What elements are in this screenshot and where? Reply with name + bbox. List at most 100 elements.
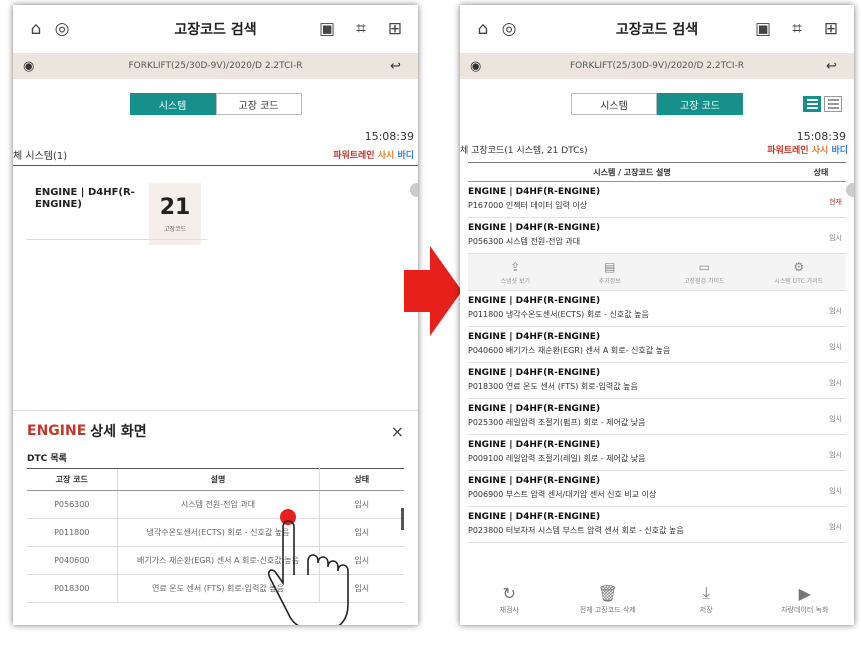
bottom-toolbar: ↻ 재검사 🗑 전체 고장코드 삭제 ⤓ 저장 ▶ 차량데이터 녹화	[460, 573, 854, 625]
card-divider	[27, 239, 207, 240]
item-status: 임시	[829, 523, 842, 531]
menu-grid-icon[interactable]: ⊞	[818, 16, 844, 42]
item-status: 임시	[829, 234, 842, 242]
list-item[interactable]: ENGINE | D4HF(R-ENGINE) P009100 레일압력 조절기…	[468, 435, 846, 471]
tab-dtc[interactable]: 고장 코드	[215, 93, 302, 115]
clear-all-label: 전체 고장코드 삭제	[579, 605, 636, 614]
list-item[interactable]: ENGINE | D4HF(R-ENGINE) P167000 인젝터 데이터 …	[468, 182, 846, 218]
category-powertrain[interactable]: 파워트레인	[333, 151, 374, 161]
item-dtc: P023800 터보차저 시스템 부스트 압력 센서 회로 - 신호값 높음	[468, 526, 684, 535]
col-status: 상태	[813, 167, 829, 177]
record-button[interactable]: ▶ 차량데이터 녹화	[756, 573, 855, 625]
list-item[interactable]: ENGINE | D4HF(R-ENGINE) P018300 연료 온도 센서…	[468, 363, 846, 399]
back-icon[interactable]: ↩	[390, 59, 408, 74]
vehicle-bar: ◉ FORKLIFT(25/30D-9V)/2020/D 2.2TCI-R ↩	[460, 53, 854, 79]
list-item[interactable]: ENGINE | D4HF(R-ENGINE) P025300 레일압력 조절기…	[468, 399, 846, 435]
tab-group: 시스템 고장 코드	[13, 93, 418, 115]
timestamp: 15:08:39	[364, 130, 414, 143]
left-screen: ⌂ ◎ 고장코드 검색 ▣ ⌗ ⊞ ◉ FORKLIFT(25/30D-9V)/…	[13, 5, 418, 625]
category-filter: 파워트레인 사시 바디	[767, 143, 848, 156]
item-status: 임시	[829, 415, 842, 423]
scroll-handle[interactable]	[846, 183, 854, 197]
vci-icon[interactable]: ◎	[496, 16, 522, 42]
grid-view-button[interactable]	[824, 96, 842, 112]
category-body[interactable]: 바디	[397, 151, 414, 161]
category-filter: 파워트레인 사시 바디	[333, 148, 414, 161]
item-status: 현재	[829, 198, 842, 206]
dtc-guide-button[interactable]: ⚙ 시스템 DTC 가이드	[752, 254, 847, 290]
home-icon[interactable]: ⌂	[23, 16, 49, 42]
home-icon[interactable]: ⌂	[470, 16, 496, 42]
item-dtc: P025300 레일압력 조절기(펌프) 회로 - 제어값 낮음	[468, 418, 646, 427]
list-item[interactable]: ENGINE | D4HF(R-ENGINE) P011800 냉각수온도센서(…	[468, 291, 846, 327]
list-view-button[interactable]	[803, 96, 821, 112]
item-dtc: P018300 연료 온도 센서 (FTS) 회로-입력값 높음	[468, 382, 638, 391]
refresh-icon: ↻	[502, 583, 516, 603]
category-chassis[interactable]: 사시	[378, 151, 395, 161]
table-scrollbar[interactable]	[401, 508, 404, 530]
menu-grid-icon[interactable]: ⊞	[382, 16, 408, 42]
detail-header: ENGINE 상세 화면 ×	[13, 411, 418, 447]
dtc-list-label: DTC 목록	[27, 454, 67, 464]
tab-group: 시스템 고장 코드	[460, 93, 854, 115]
col-desc: 시스템 / 고장코드 설명	[593, 167, 671, 177]
close-icon[interactable]: ×	[391, 422, 404, 441]
list-item[interactable]: ENGINE | D4HF(R-ENGINE) P023800 터보차저 시스템…	[468, 507, 846, 543]
scroll-handle[interactable]	[410, 183, 418, 197]
category-chassis[interactable]: 사시	[812, 146, 829, 156]
list-item[interactable]: ENGINE | D4HF(R-ENGINE) P040600 배기가스 재순환…	[468, 327, 846, 363]
recheck-button[interactable]: ↻ 재검사	[460, 573, 559, 625]
category-powertrain[interactable]: 파워트레인	[767, 146, 808, 156]
item-dtc: P011800 냉각수온도센서(ECTS) 회로 - 신호값 높음	[468, 310, 649, 319]
vehicle-info: FORKLIFT(25/30D-9V)/2020/D 2.2TCI-R	[128, 61, 303, 71]
item-dtc: P040600 배기가스 재순환(EGR) 센서 A 회로- 신호값 높음	[468, 346, 671, 355]
item-status: 임시	[829, 451, 842, 459]
extra-info-button[interactable]: ▤ 추가정보	[563, 254, 658, 290]
record-label: 차량데이터 녹화	[781, 605, 829, 614]
screen-capture-icon[interactable]: ⌗	[784, 16, 810, 42]
vehicle-info: FORKLIFT(25/30D-9V)/2020/D 2.2TCI-R	[569, 61, 745, 71]
tab-system[interactable]: 시스템	[129, 93, 216, 115]
clear-all-button[interactable]: 🗑 전체 고장코드 삭제	[559, 573, 658, 625]
arrow-icon	[404, 246, 462, 336]
row-code: P056300	[27, 490, 117, 519]
tab-dtc[interactable]: 고장 코드	[657, 93, 743, 115]
table-header: 고장 코드 설명 상태	[27, 468, 404, 491]
item-action-bar: ⇪ 스냅샷 보기 ▤ 추가정보 ▭ 고장점검 가이드 ⚙ 시스템 DTC 가이드	[468, 254, 846, 291]
download-icon: ⤓	[702, 583, 710, 602]
top-bar: ⌂ ◎ 고장코드 검색 ▣ ⌗ ⊞	[13, 5, 418, 53]
divider	[13, 165, 418, 166]
recheck-label: 재검사	[499, 605, 519, 614]
list-item[interactable]: ENGINE | D4HF(R-ENGINE) P056300 시스템 전원-전…	[468, 218, 846, 254]
monitor-icon: ▭	[698, 259, 710, 274]
share-icon: ⇪	[510, 259, 521, 274]
view-toggle	[803, 96, 842, 112]
category-body[interactable]: 바디	[831, 146, 848, 156]
bluetooth-icon[interactable]: ▣	[314, 16, 340, 42]
system-card[interactable]: ENGINE | D4HF(R-ENGINE) 21 고장코드	[29, 183, 201, 245]
snapshot-button[interactable]: ⇪ 스냅샷 보기	[468, 254, 563, 290]
timestamp: 15:08:39	[796, 130, 846, 143]
save-label: 저장	[699, 606, 713, 614]
tab-system[interactable]: 시스템	[571, 93, 657, 115]
dtc-guide-label: 시스템 DTC 가이드	[774, 277, 824, 285]
vci-icon[interactable]: ◎	[49, 16, 75, 42]
detail-system: ENGINE	[27, 423, 87, 439]
trash-icon: 🗑	[597, 583, 618, 603]
item-dtc: P056300 시스템 전원-전압 과대	[468, 237, 581, 246]
dtc-count: 21	[159, 195, 191, 220]
back-icon[interactable]: ↩	[826, 59, 844, 74]
item-system: ENGINE | D4HF(R-ENGINE)	[468, 187, 601, 197]
screen-capture-icon[interactable]: ⌗	[348, 16, 374, 42]
bluetooth-icon[interactable]: ▣	[750, 16, 776, 42]
extra-info-label: 추가정보	[598, 277, 621, 285]
repair-guide-button[interactable]: ▭ 고장점검 가이드	[657, 254, 752, 290]
col-status: 상태	[319, 468, 404, 491]
list-item[interactable]: ENGINE | D4HF(R-ENGINE) P006900 부스트 압력 센…	[468, 471, 846, 507]
item-status: 임시	[829, 487, 842, 495]
right-screen: ⌂ ◎ 고장코드 검색 ▣ ⌗ ⊞ ◉ FORKLIFT(25/30D-9V)/…	[460, 5, 854, 625]
vehicle-icon: ◉	[23, 58, 35, 74]
item-system: ENGINE | D4HF(R-ENGINE)	[468, 223, 601, 233]
top-bar: ⌂ ◎ 고장코드 검색 ▣ ⌗ ⊞	[460, 5, 854, 53]
save-button[interactable]: ⤓ 저장	[657, 573, 756, 625]
